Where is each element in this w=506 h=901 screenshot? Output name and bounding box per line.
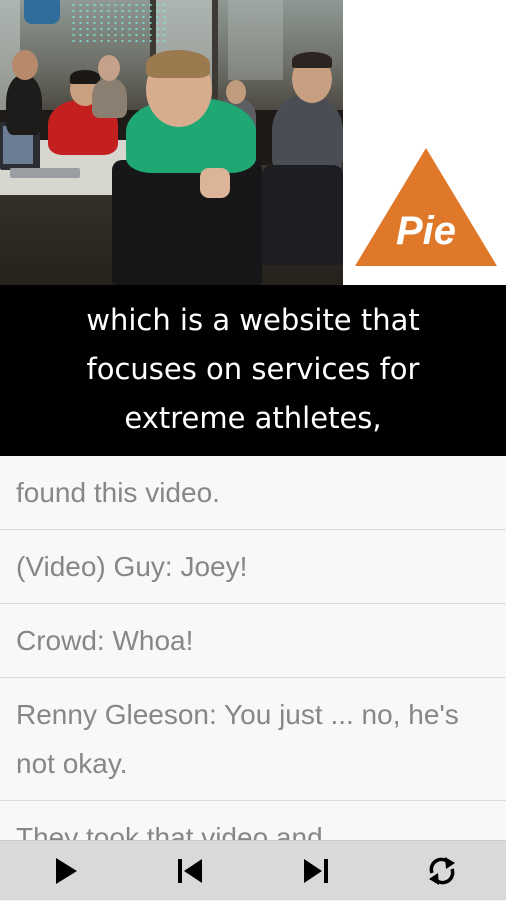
play-icon — [56, 858, 77, 884]
transcript-line[interactable]: Crowd: Whoa! — [0, 604, 506, 678]
caption-bar: which is a website that focuses on servi… — [0, 285, 506, 456]
next-button[interactable] — [286, 841, 346, 901]
repeat-button[interactable] — [412, 841, 472, 901]
caption-text: which is a website that focuses on servi… — [86, 303, 420, 435]
video-frame[interactable]: Pie — [0, 0, 506, 285]
transcript-line[interactable]: (Video) Guy: Joey! — [0, 530, 506, 604]
playback-controls — [0, 840, 506, 900]
skip-next-icon — [304, 859, 328, 883]
transcript-line[interactable]: Renny Gleeson: You just ... no, he's not… — [0, 678, 506, 801]
transcript-line[interactable]: They took that video and — [0, 801, 506, 840]
video-photo — [0, 0, 343, 285]
skip-previous-icon — [178, 859, 202, 883]
transcript-list[interactable]: found this video. (Video) Guy: Joey! Cro… — [0, 456, 506, 840]
pie-logo: Pie — [355, 148, 497, 266]
play-button[interactable] — [36, 841, 96, 901]
repeat-icon — [429, 857, 455, 885]
transcript-line[interactable]: found this video. — [0, 456, 506, 530]
logo-text: Pie — [396, 209, 456, 253]
previous-button[interactable] — [160, 841, 220, 901]
